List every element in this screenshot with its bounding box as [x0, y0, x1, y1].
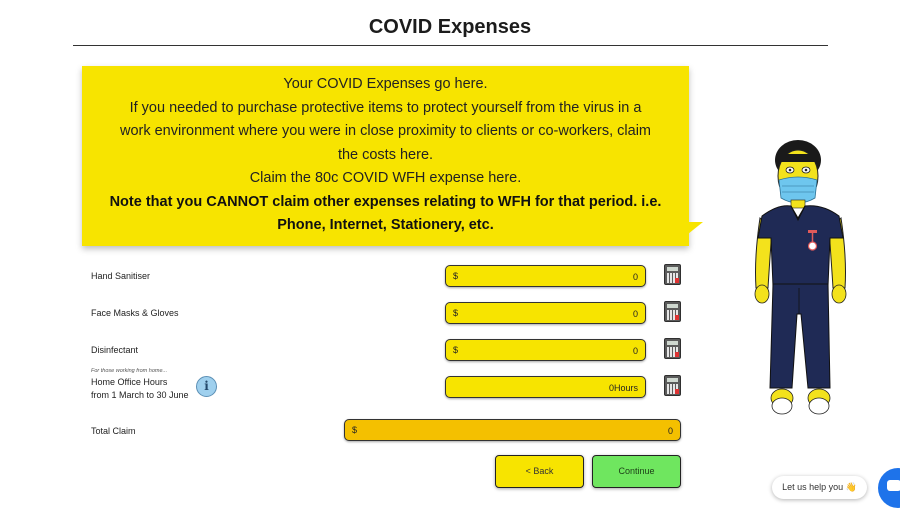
currency-symbol: $: [453, 271, 459, 281]
field-value: 0: [632, 272, 638, 282]
face-masks-input[interactable]: $ 0: [445, 302, 646, 324]
back-button[interactable]: < Back: [495, 455, 584, 488]
calculator-icon[interactable]: [664, 338, 681, 359]
info-line: If you needed to purchase protective ite…: [129, 99, 642, 116]
info-warning-line: Phone, Internet, Stationery, etc.: [277, 217, 494, 233]
info-line: Your COVID Expenses go here.: [283, 76, 488, 92]
nurse-illustration: [754, 140, 847, 415]
field-value: 0: [632, 346, 638, 356]
info-bubble: Your COVID Expenses go here. If you need…: [82, 66, 689, 246]
home-office-hours-input[interactable]: 0Hours: [445, 376, 646, 398]
field-value: 0Hours: [608, 383, 638, 393]
calculator-icon[interactable]: [664, 375, 681, 396]
currency-symbol: $: [352, 425, 358, 435]
hand-sanitiser-input[interactable]: $ 0: [445, 265, 646, 287]
currency-symbol: $: [453, 345, 459, 355]
face-masks-label: Face Masks & Gloves: [91, 308, 179, 318]
disinfectant-label: Disinfectant: [91, 345, 139, 355]
calculator-icon[interactable]: [664, 301, 681, 322]
total-claim-field: $ 0: [344, 419, 681, 441]
currency-symbol: $: [453, 308, 459, 318]
page-title: COVID Expenses: [368, 16, 532, 38]
calculator-icon[interactable]: [664, 264, 681, 285]
chat-prompt[interactable]: Let us help you 👋: [772, 476, 867, 499]
home-office-note: For those working from home...: [91, 368, 168, 374]
total-value: 0: [667, 426, 673, 436]
info-warning-line: Note that you CANNOT claim other expense…: [109, 193, 662, 210]
continue-button[interactable]: Continue: [592, 455, 681, 488]
home-office-label: Home Office Hours: [91, 377, 168, 387]
bubble-tail: [683, 222, 703, 238]
info-line: work environment where you were in close…: [119, 123, 652, 139]
title-divider: [73, 45, 828, 46]
hand-sanitiser-label: Hand Sanitiser: [91, 271, 151, 281]
chat-icon[interactable]: [878, 468, 900, 508]
disinfectant-input[interactable]: $ 0: [445, 339, 646, 361]
total-claim-label: Total Claim: [91, 426, 136, 436]
info-line: Claim the 80c COVID WFH expense here.: [249, 170, 522, 186]
field-value: 0: [632, 309, 638, 319]
info-icon[interactable]: i: [196, 376, 217, 397]
info-line: the costs here.: [337, 146, 434, 163]
home-office-period: from 1 March to 30 June: [91, 390, 189, 400]
